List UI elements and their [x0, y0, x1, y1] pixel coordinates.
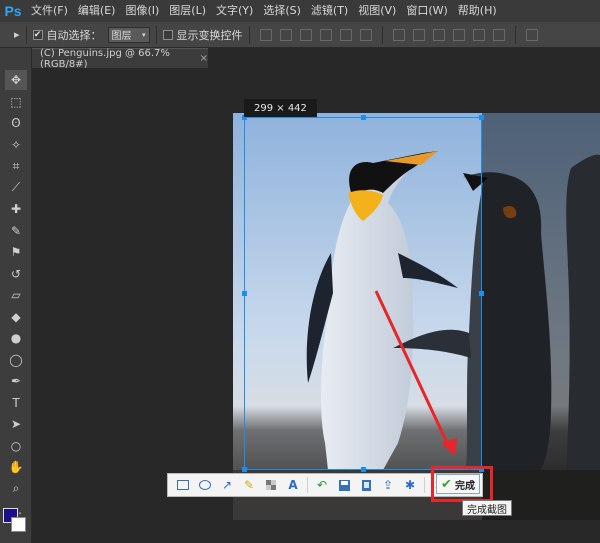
menu-select[interactable]: 选择(S) — [258, 0, 306, 22]
photoshop-logo: Ps — [4, 3, 22, 19]
stamp-tool-icon[interactable]: ⚑ — [5, 242, 27, 262]
resize-handle-n[interactable] — [361, 115, 366, 120]
align-bottom-icon[interactable] — [299, 28, 312, 41]
type-tool-icon[interactable]: T — [5, 393, 27, 413]
dodge-tool-icon[interactable]: ◯ — [5, 350, 27, 370]
pin-icon[interactable]: ✱ — [401, 476, 419, 494]
undo-icon[interactable]: ↶ — [313, 476, 331, 494]
quick-select-tool-icon[interactable]: ✧ — [5, 135, 27, 155]
menu-window[interactable]: 窗口(W) — [401, 0, 452, 22]
tools-panel: ✥⬚ʘ✧⌗⟋✚✎⚑↺▱◆●◯✒T➤○✋⌕… — [0, 48, 32, 543]
resize-handle-ne[interactable] — [479, 115, 484, 120]
menu-edit[interactable]: 编辑(E) — [73, 0, 121, 22]
annotation-highlight-box — [431, 466, 493, 502]
resize-handle-sw[interactable] — [242, 467, 247, 472]
brush-tool-icon[interactable]: ✎ — [5, 221, 27, 241]
align-top-icon[interactable] — [259, 28, 272, 41]
toolbar-divider — [424, 477, 425, 493]
pen-tool-icon[interactable]: ✒ — [5, 371, 27, 391]
move-tool-icon[interactable]: ✥ — [5, 70, 27, 90]
rectangle-icon[interactable] — [174, 476, 192, 494]
menu-type[interactable]: 文字(Y) — [211, 0, 258, 22]
distribute-top-icon[interactable] — [392, 28, 405, 41]
hand-tool-icon[interactable]: ✋ — [5, 457, 27, 477]
options-divider — [514, 25, 516, 44]
menu-filter[interactable]: 滤镜(T) — [306, 0, 353, 22]
options-divider — [25, 25, 27, 44]
distribute-bottom-icon[interactable] — [432, 28, 445, 41]
align-center-icon[interactable] — [339, 28, 352, 41]
path-select-tool-icon[interactable]: ➤ — [5, 414, 27, 434]
eraser-tool-icon[interactable]: ▱ — [5, 285, 27, 305]
selection-size-label: 299 × 442 — [244, 99, 317, 117]
distribute-left-icon[interactable] — [452, 28, 465, 41]
menu-image[interactable]: 图像(I) — [120, 0, 164, 22]
distribute-middle-icon[interactable] — [412, 28, 425, 41]
show-transform-label: 显示变换控件 — [176, 28, 243, 42]
auto-align-icon[interactable] — [525, 28, 538, 41]
align-right-icon[interactable] — [359, 28, 372, 41]
options-divider — [155, 25, 157, 44]
auto-select-target-dropdown[interactable]: 图层 ▾ — [107, 26, 150, 43]
marquee-tool-icon[interactable]: ⬚ — [5, 92, 27, 112]
screenshot-selection[interactable] — [242, 115, 484, 472]
document-tab[interactable]: (C) Penguins.jpg @ 66.7%(RGB/8#) × — [32, 47, 208, 70]
pen-icon[interactable]: ✎ — [240, 476, 258, 494]
zoom-tool-icon[interactable]: ⌕ — [5, 479, 27, 499]
history-brush-tool-icon[interactable]: ↺ — [5, 264, 27, 284]
eyedropper-tool-icon[interactable]: ⟋ — [5, 178, 27, 198]
close-tab-icon[interactable]: × — [200, 53, 208, 64]
options-bar: ▸ ✔ 自动选择： 图层 ▾ 显示变换控件 — [0, 22, 600, 48]
document-tab-title: (C) Penguins.jpg @ 66.7%(RGB/8#) — [40, 47, 170, 70]
copy-icon[interactable] — [357, 476, 375, 494]
crop-tool-icon[interactable]: ⌗ — [5, 156, 27, 176]
share-icon[interactable]: ⇪ — [379, 476, 397, 494]
options-divider — [381, 25, 383, 44]
distribute-center-icon[interactable] — [472, 28, 485, 41]
resize-handle-e[interactable] — [479, 291, 484, 296]
text-icon[interactable]: A — [284, 476, 302, 494]
distribute-right-icon[interactable] — [492, 28, 505, 41]
options-divider — [248, 25, 250, 44]
show-transform-checkbox[interactable] — [162, 29, 173, 40]
lasso-tool-icon[interactable]: ʘ — [5, 113, 27, 133]
move-tool-preset-icon[interactable]: ▸ — [14, 28, 20, 41]
save-icon[interactable] — [335, 476, 353, 494]
resize-handle-s[interactable] — [361, 467, 366, 472]
mosaic-icon[interactable] — [262, 476, 280, 494]
menu-layer[interactable]: 图层(L) — [164, 0, 211, 22]
auto-select-checkbox[interactable]: ✔ — [32, 29, 43, 40]
align-left-icon[interactable] — [319, 28, 332, 41]
healing-tool-icon[interactable]: ✚ — [5, 199, 27, 219]
paint-bucket-tool-icon[interactable]: ◆ — [5, 307, 27, 327]
done-tooltip: 完成截图 — [462, 500, 512, 516]
resize-handle-w[interactable] — [242, 291, 247, 296]
menu-bar: Ps 文件(F) 编辑(E) 图像(I) 图层(L) 文字(Y) 选择(S) 滤… — [0, 0, 600, 22]
menu-help[interactable]: 帮助(H) — [453, 0, 502, 22]
dropdown-arrow-icon: ▾ — [142, 30, 146, 39]
auto-select-label: 自动选择： — [46, 28, 102, 42]
toolbar-divider — [307, 477, 308, 493]
align-middle-icon[interactable] — [279, 28, 292, 41]
arrow-icon[interactable]: ↗ — [218, 476, 236, 494]
shape-tool-icon[interactable]: ○ — [5, 436, 27, 456]
blur-tool-icon[interactable]: ● — [5, 328, 27, 348]
background-color-swatch[interactable] — [11, 517, 26, 532]
menu-view[interactable]: 视图(V) — [353, 0, 401, 22]
menu-file[interactable]: 文件(F) — [26, 0, 73, 22]
auto-select-target-value: 图层 — [111, 31, 132, 42]
unselected-dim-overlay — [482, 113, 600, 520]
ellipse-icon[interactable] — [196, 476, 214, 494]
